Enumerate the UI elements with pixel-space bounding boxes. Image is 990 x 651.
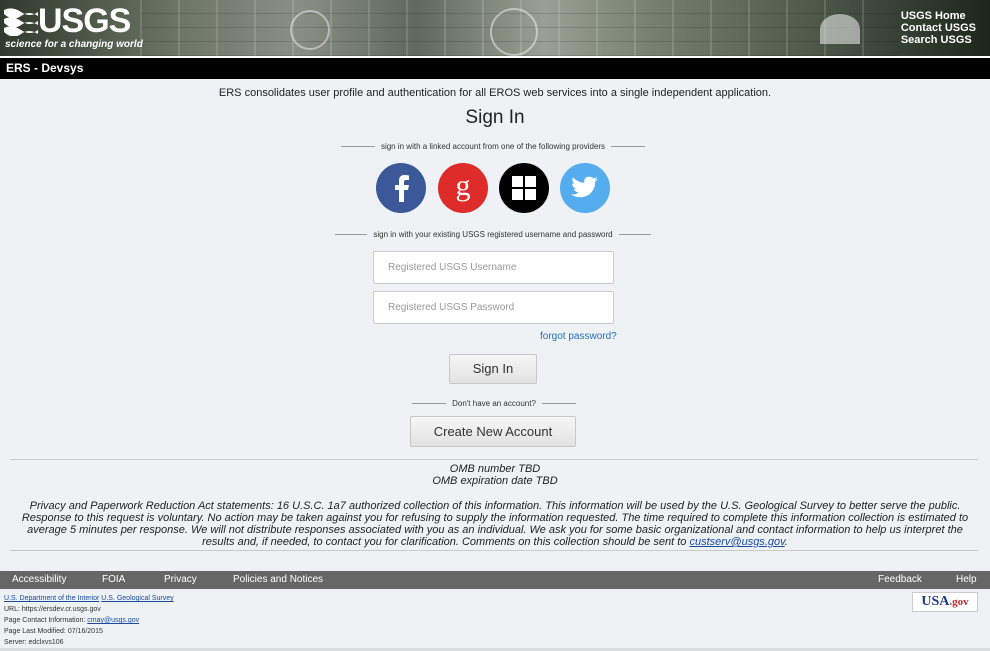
page-title: Sign In <box>465 107 525 128</box>
divider-line <box>541 403 576 404</box>
usa-gov-logo[interactable]: USA.gov <box>912 592 978 612</box>
usagov-usa: USA <box>921 594 950 609</box>
sign-in-button[interactable]: Sign In <box>449 354 537 384</box>
omb-expiration: OMB expiration date TBD <box>432 475 558 487</box>
feedback-link[interactable]: Feedback <box>878 574 922 585</box>
banner-decoration <box>820 14 860 44</box>
google-signin-button[interactable]: g <box>438 163 488 213</box>
divider-line <box>618 234 651 235</box>
privacy-statement: Privacy and Paperwork Reduction Act stat… <box>10 500 980 548</box>
help-link[interactable]: Help <box>956 574 977 585</box>
create-account-button[interactable]: Create New Account <box>410 416 576 447</box>
contact-usgs-link[interactable]: Contact USGS <box>901 22 976 34</box>
server-name: Server: edclxvs106 <box>4 639 64 646</box>
facebook-icon <box>395 175 409 202</box>
divider-line <box>340 146 375 147</box>
page-modified: Page Last Modified: 07/16/2015 <box>4 628 103 635</box>
privacy-end: . <box>784 536 788 548</box>
foia-link[interactable]: FOIA <box>102 574 125 585</box>
privacy-email-link[interactable]: custserv@usgs.gov <box>689 536 784 548</box>
logo-tagline: science for a changing world <box>5 39 143 50</box>
usagov-gov: .gov <box>949 596 969 608</box>
password-input[interactable] <box>373 291 614 324</box>
usgs-home-link[interactable]: USGS Home <box>901 10 976 22</box>
footer-nav: Accessibility FOIA Privacy Policies and … <box>0 571 990 589</box>
divider-line <box>412 403 447 404</box>
providers-divider: sign in with a linked account from one o… <box>333 142 653 151</box>
contact-email-link[interactable]: cmay@usgs.gov <box>87 617 139 624</box>
doi-link[interactable]: U.S. Department of the Interior <box>4 595 99 602</box>
credentials-divider: sign in with your existing USGS register… <box>325 230 661 239</box>
page-url: URL: https://ersdev.cr.usgs.gov <box>4 606 101 613</box>
windows-signin-button[interactable] <box>499 163 549 213</box>
credentials-label: sign in with your existing USGS register… <box>373 230 613 239</box>
section-divider <box>10 459 978 460</box>
privacy-link[interactable]: Privacy <box>164 574 197 585</box>
page-contact: Page Contact Information: cmay@usgs.gov <box>4 615 174 626</box>
app-title: ERS - Devsys <box>6 61 84 75</box>
policies-link[interactable]: Policies and Notices <box>233 574 323 585</box>
section-divider <box>10 550 978 551</box>
search-usgs-link[interactable]: Search USGS <box>901 34 976 46</box>
usgs-link[interactable]: U.S. Geological Survey <box>101 595 173 602</box>
usgs-banner: USGS science for a changing world USGS H… <box>0 0 990 56</box>
footer-org-links: U.S. Department of the Interior U.S. Geo… <box>4 593 174 604</box>
divider-line <box>611 146 646 147</box>
intro-text: ERS consolidates user profile and authen… <box>218 87 772 99</box>
banner-decoration <box>290 10 330 50</box>
providers-label: sign in with a linked account from one o… <box>380 142 606 151</box>
twitter-signin-button[interactable] <box>560 163 610 213</box>
svg-text:g: g <box>456 173 471 202</box>
usgs-logo[interactable]: USGS science for a changing world <box>2 2 143 52</box>
footer-info: U.S. Department of the Interior U.S. Geo… <box>4 593 174 648</box>
privacy-text: Privacy and Paperwork Reduction Act stat… <box>21 500 969 548</box>
forgot-password-link[interactable]: forgot password? <box>540 331 617 342</box>
no-account-label: Don't have an account? <box>452 399 536 408</box>
twitter-icon <box>571 176 598 198</box>
google-icon: g <box>456 173 471 202</box>
windows-icon <box>512 176 536 200</box>
provider-buttons: g <box>376 163 612 215</box>
username-input[interactable] <box>373 251 614 284</box>
omb-number: OMB number TBD <box>449 463 541 475</box>
header-links: USGS Home Contact USGS Search USGS <box>901 10 976 46</box>
divider-line <box>335 234 368 235</box>
logo-wordmark: USGS <box>38 2 131 40</box>
app-title-bar: ERS - Devsys <box>0 56 990 79</box>
accessibility-link[interactable]: Accessibility <box>12 574 66 585</box>
facebook-signin-button[interactable] <box>376 163 426 213</box>
usgs-wave-icon <box>4 8 38 36</box>
banner-decoration <box>490 8 538 56</box>
no-account-divider: Don't have an account? <box>408 399 580 408</box>
contact-label: Page Contact Information: <box>4 617 88 624</box>
